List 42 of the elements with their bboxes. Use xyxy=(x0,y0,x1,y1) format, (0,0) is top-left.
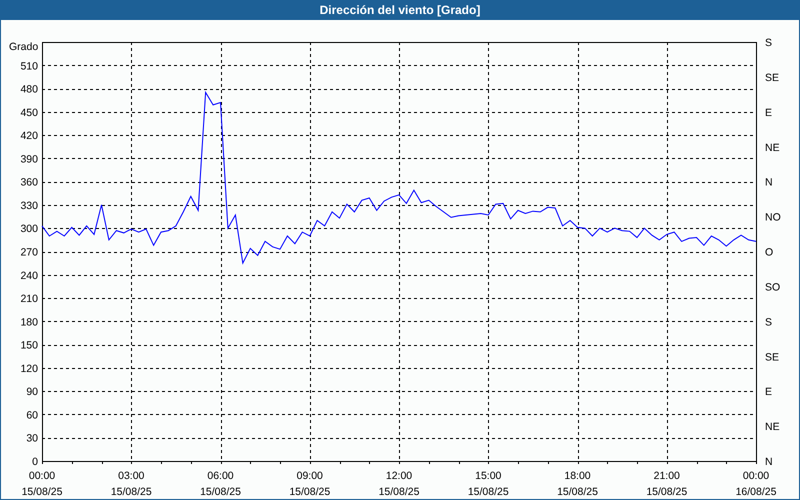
y-tick-label: 210 xyxy=(20,293,38,306)
window-title: Dirección del viento [Grado] xyxy=(1,0,799,20)
x-tick-label: 12:00 15/08/25 xyxy=(378,470,420,498)
y-tick-label: 0 xyxy=(32,456,38,468)
y-tick-label: 450 xyxy=(20,106,38,119)
x-tick-label: 06:00 15/08/25 xyxy=(200,470,241,498)
y-tick-label: 330 xyxy=(20,200,38,212)
y-tick-label: 90 xyxy=(26,386,38,398)
compass-tick-label: O xyxy=(765,246,774,258)
y-tick-label: 480 xyxy=(20,84,38,96)
y-tick-label: 60 xyxy=(26,409,38,422)
compass-tick-label: S xyxy=(765,37,772,49)
compass-tick-label: S xyxy=(765,316,772,328)
y-tick-label: 420 xyxy=(20,130,38,142)
y-axis-title: Grado xyxy=(9,41,38,53)
y-tick-label: 300 xyxy=(20,223,38,236)
compass-tick-label: SO xyxy=(765,281,780,294)
compass-tick-label: SE xyxy=(765,351,780,364)
compass-tick-label: NE xyxy=(765,142,780,154)
x-tick-label: 15:00 15/08/25 xyxy=(468,470,509,498)
y-tick-label: 390 xyxy=(20,153,38,166)
compass-tick-label: N xyxy=(765,176,773,189)
y-tick-label: 150 xyxy=(20,340,38,352)
compass-tick-label: E xyxy=(765,386,772,398)
y-tick-label: 120 xyxy=(20,362,38,375)
compass-tick-label: NO xyxy=(765,212,781,224)
compass-tick-label: NE xyxy=(765,421,780,434)
compass-tick-label: SE xyxy=(765,72,780,84)
compass-tick-label: N xyxy=(765,456,773,468)
x-tick-label: 00:00 15/08/25 xyxy=(22,470,62,498)
y-tick-label: 180 xyxy=(20,316,38,328)
x-tick-label: 21:00 15/08/25 xyxy=(646,470,688,498)
y-tick-label: 360 xyxy=(20,176,38,189)
y-tick-label: 270 xyxy=(20,246,38,258)
y-tick-label: 510 xyxy=(20,60,38,72)
y-tick-label: 30 xyxy=(26,432,38,445)
x-tick-label: 09:00 15/08/25 xyxy=(289,470,330,498)
x-tick-label: 03:00 15/08/25 xyxy=(110,470,152,498)
x-tick-label: 18:00 15/08/25 xyxy=(557,470,598,498)
y-tick-label: 240 xyxy=(20,270,38,282)
x-tick-label: 00:00 16/08/25 xyxy=(736,470,776,498)
compass-tick-label: E xyxy=(765,106,772,119)
